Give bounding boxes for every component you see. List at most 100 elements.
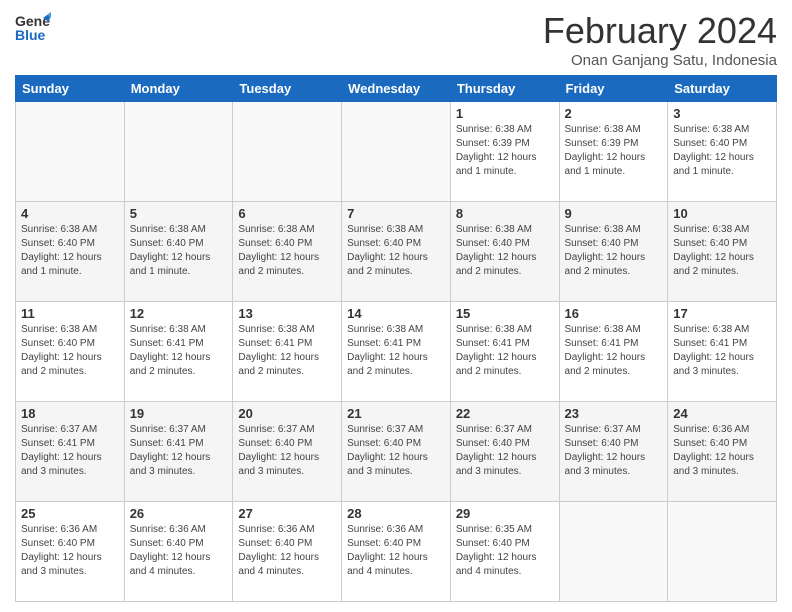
calendar-cell: 4 Sunrise: 6:38 AM Sunset: 6:40 PM Daylig… — [16, 202, 125, 302]
calendar-cell: 17 Sunrise: 6:38 AM Sunset: 6:41 PM Dayli… — [668, 302, 777, 402]
calendar-cell: 10 Sunrise: 6:38 AM Sunset: 6:40 PM Dayli… — [668, 202, 777, 302]
day-number: 27 — [238, 506, 336, 521]
calendar-cell: 19Sunrise: 6:37 AM Sunset: 6:41 PM Dayli… — [124, 402, 233, 502]
calendar-cell: 11 Sunrise: 6:38 AM Sunset: 6:40 PM Dayli… — [16, 302, 125, 402]
day-number: 29 — [456, 506, 554, 521]
calendar: SundayMondayTuesdayWednesdayThursdayFrid… — [15, 75, 777, 602]
calendar-cell: 23 Sunrise: 6:37 AM Sunset: 6:40 PM Dayli… — [559, 402, 668, 502]
day-info: Sunrise: 6:38 AM Sunset: 6:41 PM Dayligh… — [456, 323, 554, 379]
day-header-tuesday: Tuesday — [233, 76, 342, 102]
day-number: 19 — [130, 406, 228, 421]
day-number: 24 — [673, 406, 771, 421]
day-info: Sunrise: 6:36 AM Sunset: 6:40 PM Dayligh… — [21, 523, 119, 579]
day-info: Sunrise: 6:35 AM Sunset: 6:40 PM Dayligh… — [456, 523, 554, 579]
day-number: 13 — [238, 306, 336, 321]
day-info: Sunrise: 6:38 AM Sunset: 6:39 PM Dayligh… — [456, 123, 554, 179]
day-info: Sunrise: 6:38 AM Sunset: 6:40 PM Dayligh… — [673, 223, 771, 279]
day-info: Sunrise: 6:38 AM Sunset: 6:40 PM Dayligh… — [238, 223, 336, 279]
svg-text:Blue: Blue — [15, 27, 46, 43]
day-info: Sunrise: 6:37 AM Sunset: 6:40 PM Dayligh… — [456, 423, 554, 479]
day-header-monday: Monday — [124, 76, 233, 102]
day-info: Sunrise: 6:38 AM Sunset: 6:40 PM Dayligh… — [565, 223, 663, 279]
calendar-cell: 16 Sunrise: 6:38 AM Sunset: 6:41 PM Dayli… — [559, 302, 668, 402]
day-info: Sunrise: 6:38 AM Sunset: 6:40 PM Dayligh… — [673, 123, 771, 179]
calendar-cell — [124, 102, 233, 202]
day-info: Sunrise: 6:38 AM Sunset: 6:41 PM Dayligh… — [130, 323, 228, 379]
calendar-cell: 28 Sunrise: 6:36 AM Sunset: 6:40 PM Dayli… — [342, 502, 451, 602]
day-info: Sunrise: 6:38 AM Sunset: 6:39 PM Dayligh… — [565, 123, 663, 179]
day-info: Sunrise: 6:38 AM Sunset: 6:40 PM Dayligh… — [347, 223, 445, 279]
day-number: 9 — [565, 206, 663, 221]
day-info: Sunrise: 6:36 AM Sunset: 6:40 PM Dayligh… — [130, 523, 228, 579]
calendar-cell: 9 Sunrise: 6:38 AM Sunset: 6:40 PM Daylig… — [559, 202, 668, 302]
day-info: Sunrise: 6:38 AM Sunset: 6:41 PM Dayligh… — [673, 323, 771, 379]
day-header-friday: Friday — [559, 76, 668, 102]
day-info: Sunrise: 6:36 AM Sunset: 6:40 PM Dayligh… — [238, 523, 336, 579]
logo: General Blue — [15, 10, 51, 51]
calendar-cell: 24 Sunrise: 6:36 AM Sunset: 6:40 PM Dayli… — [668, 402, 777, 502]
day-number: 17 — [673, 306, 771, 321]
day-number: 2 — [565, 106, 663, 121]
day-number: 11 — [21, 306, 119, 321]
calendar-cell: 5 Sunrise: 6:38 AM Sunset: 6:40 PM Daylig… — [124, 202, 233, 302]
calendar-cell: 7 Sunrise: 6:38 AM Sunset: 6:40 PM Daylig… — [342, 202, 451, 302]
day-number: 1 — [456, 106, 554, 121]
day-info: Sunrise: 6:38 AM Sunset: 6:40 PM Dayligh… — [21, 323, 119, 379]
calendar-cell — [668, 502, 777, 602]
calendar-cell: 22 Sunrise: 6:37 AM Sunset: 6:40 PM Dayli… — [450, 402, 559, 502]
calendar-cell: 3 Sunrise: 6:38 AM Sunset: 6:40 PM Daylig… — [668, 102, 777, 202]
calendar-cell: 25 Sunrise: 6:36 AM Sunset: 6:40 PM Dayli… — [16, 502, 125, 602]
day-info: Sunrise: 6:38 AM Sunset: 6:41 PM Dayligh… — [347, 323, 445, 379]
day-info: Sunrise: 6:37 AM Sunset: 6:40 PM Dayligh… — [238, 423, 336, 479]
calendar-cell: 13 Sunrise: 6:38 AM Sunset: 6:41 PM Dayli… — [233, 302, 342, 402]
day-info: Sunrise: 6:37 AM Sunset: 6:40 PM Dayligh… — [565, 423, 663, 479]
header: General Blue February 2024 Onan Ganjang … — [15, 10, 777, 69]
logo-icon: General Blue — [15, 10, 51, 51]
day-info: Sunrise: 6:38 AM Sunset: 6:40 PM Dayligh… — [456, 223, 554, 279]
day-info: Sunrise: 6:38 AM Sunset: 6:41 PM Dayligh… — [238, 323, 336, 379]
day-number: 16 — [565, 306, 663, 321]
day-info: Sunrise: 6:38 AM Sunset: 6:41 PM Dayligh… — [565, 323, 663, 379]
calendar-cell: 1 Sunrise: 6:38 AM Sunset: 6:39 PM Daylig… — [450, 102, 559, 202]
calendar-cell: 14 Sunrise: 6:38 AM Sunset: 6:41 PM Dayli… — [342, 302, 451, 402]
day-info: Sunrise: 6:37 AM Sunset: 6:40 PM Dayligh… — [347, 423, 445, 479]
calendar-cell: 26 Sunrise: 6:36 AM Sunset: 6:40 PM Dayli… — [124, 502, 233, 602]
day-number: 23 — [565, 406, 663, 421]
subtitle: Onan Ganjang Satu, Indonesia — [543, 52, 777, 69]
calendar-cell: 20Sunrise: 6:37 AM Sunset: 6:40 PM Dayli… — [233, 402, 342, 502]
calendar-cell: 6 Sunrise: 6:38 AM Sunset: 6:40 PM Daylig… — [233, 202, 342, 302]
day-info: Sunrise: 6:38 AM Sunset: 6:40 PM Dayligh… — [130, 223, 228, 279]
day-number: 7 — [347, 206, 445, 221]
page: General Blue February 2024 Onan Ganjang … — [0, 0, 792, 612]
day-number: 5 — [130, 206, 228, 221]
day-number: 4 — [21, 206, 119, 221]
day-info: Sunrise: 6:36 AM Sunset: 6:40 PM Dayligh… — [673, 423, 771, 479]
calendar-cell — [559, 502, 668, 602]
day-header-saturday: Saturday — [668, 76, 777, 102]
calendar-cell: 12 Sunrise: 6:38 AM Sunset: 6:41 PM Dayli… — [124, 302, 233, 402]
day-number: 25 — [21, 506, 119, 521]
day-number: 28 — [347, 506, 445, 521]
day-number: 18 — [21, 406, 119, 421]
day-number: 15 — [456, 306, 554, 321]
day-number: 14 — [347, 306, 445, 321]
calendar-cell: 29 Sunrise: 6:35 AM Sunset: 6:40 PM Dayli… — [450, 502, 559, 602]
title-area: February 2024 Onan Ganjang Satu, Indones… — [543, 10, 777, 69]
calendar-cell: 15 Sunrise: 6:38 AM Sunset: 6:41 PM Dayli… — [450, 302, 559, 402]
day-number: 6 — [238, 206, 336, 221]
day-number: 12 — [130, 306, 228, 321]
day-number: 3 — [673, 106, 771, 121]
day-info: Sunrise: 6:36 AM Sunset: 6:40 PM Dayligh… — [347, 523, 445, 579]
day-number: 21 — [347, 406, 445, 421]
day-number: 8 — [456, 206, 554, 221]
calendar-cell — [16, 102, 125, 202]
day-number: 22 — [456, 406, 554, 421]
day-number: 10 — [673, 206, 771, 221]
day-header-sunday: Sunday — [16, 76, 125, 102]
day-number: 26 — [130, 506, 228, 521]
main-title: February 2024 — [543, 10, 777, 52]
calendar-cell: 21 Sunrise: 6:37 AM Sunset: 6:40 PM Dayli… — [342, 402, 451, 502]
calendar-cell: 27 Sunrise: 6:36 AM Sunset: 6:40 PM Dayli… — [233, 502, 342, 602]
day-header-wednesday: Wednesday — [342, 76, 451, 102]
day-info: Sunrise: 6:38 AM Sunset: 6:40 PM Dayligh… — [21, 223, 119, 279]
